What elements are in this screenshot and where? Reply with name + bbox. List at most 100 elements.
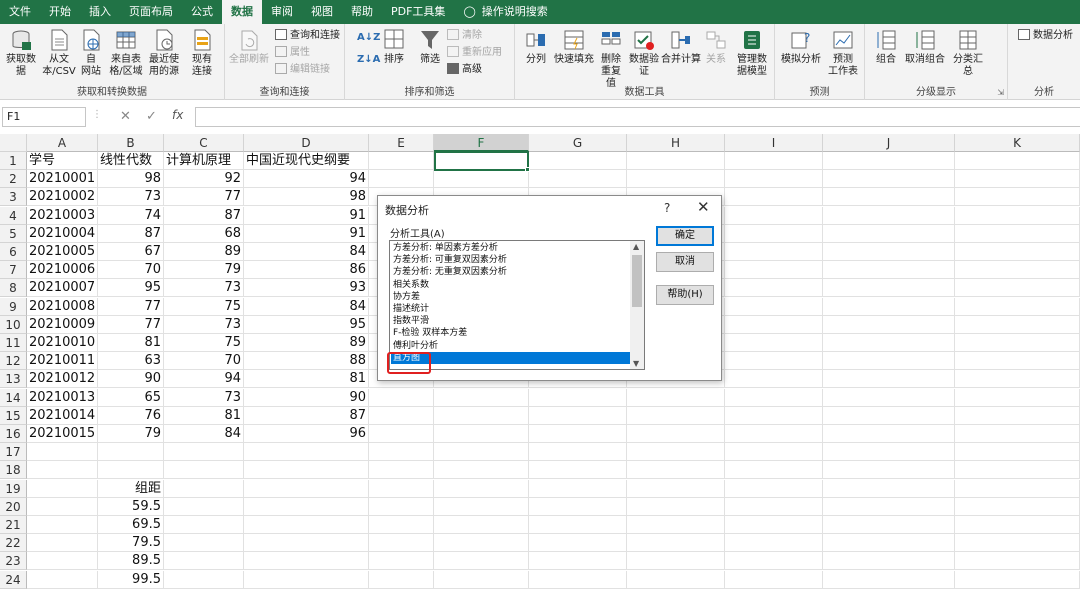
table-cell[interactable]: 计算机原理 <box>164 152 244 170</box>
table-cell[interactable] <box>955 406 1080 425</box>
table-cell[interactable] <box>823 352 955 371</box>
table-cell[interactable]: 20210002 <box>27 188 98 207</box>
row-header[interactable]: 6 <box>0 243 27 261</box>
table-cell[interactable] <box>529 443 627 462</box>
table-cell[interactable] <box>627 479 725 498</box>
table-cell[interactable] <box>434 552 529 571</box>
table-cell[interactable] <box>27 570 98 589</box>
table-cell[interactable] <box>823 461 955 480</box>
table-cell[interactable] <box>955 534 1080 553</box>
active-cell-f1[interactable] <box>434 151 529 171</box>
table-cell[interactable] <box>529 497 627 516</box>
table-cell[interactable] <box>823 516 955 534</box>
table-cell[interactable] <box>955 443 1080 462</box>
table-cell[interactable] <box>369 406 434 425</box>
table-cell[interactable] <box>244 516 369 534</box>
table-cell[interactable]: 96 <box>244 425 369 443</box>
table-cell[interactable] <box>627 443 725 462</box>
table-cell[interactable] <box>369 552 434 571</box>
table-cell[interactable]: 95 <box>98 279 164 298</box>
column-header[interactable]: B <box>98 134 164 152</box>
table-cell[interactable] <box>529 534 627 553</box>
table-cell[interactable]: 87 <box>98 224 164 243</box>
table-cell[interactable] <box>529 406 627 425</box>
table-cell[interactable]: 79 <box>164 261 244 280</box>
table-cell[interactable] <box>955 261 1080 280</box>
column-header[interactable]: H <box>627 134 725 152</box>
table-cell[interactable] <box>823 188 955 207</box>
table-cell[interactable] <box>955 188 1080 207</box>
table-cell[interactable]: 90 <box>98 370 164 389</box>
table-cell[interactable]: 20210013 <box>27 388 98 407</box>
table-cell[interactable] <box>529 388 627 407</box>
table-cell[interactable] <box>244 570 369 589</box>
table-cell[interactable] <box>627 170 725 189</box>
consolidate-button[interactable]: 合并计算 <box>661 28 701 66</box>
advanced-filter-button[interactable]: 高级 <box>447 62 482 78</box>
table-cell[interactable]: 20210010 <box>27 334 98 352</box>
table-cell[interactable] <box>823 243 955 261</box>
list-item[interactable]: F-检验 双样本方差 <box>391 327 630 339</box>
table-cell[interactable] <box>725 570 823 589</box>
table-cell[interactable]: 89 <box>164 243 244 261</box>
row-header[interactable]: 19 <box>0 479 27 498</box>
table-cell[interactable] <box>164 570 244 589</box>
row-header[interactable]: 17 <box>0 443 27 462</box>
table-cell[interactable] <box>529 461 627 480</box>
column-header[interactable]: J <box>823 134 955 152</box>
list-item[interactable]: 相关系数 <box>391 279 630 291</box>
table-cell[interactable] <box>369 461 434 480</box>
table-cell[interactable]: 89.5 <box>98 552 164 571</box>
table-cell[interactable] <box>369 388 434 407</box>
table-cell[interactable]: 20210015 <box>27 425 98 443</box>
row-header[interactable]: 12 <box>0 352 27 371</box>
table-cell[interactable] <box>98 443 164 462</box>
table-cell[interactable] <box>529 479 627 498</box>
table-cell[interactable] <box>823 152 955 170</box>
table-cell[interactable] <box>434 170 529 189</box>
table-cell[interactable] <box>434 443 529 462</box>
sort-button[interactable]: 排序 <box>379 28 409 66</box>
table-cell[interactable]: 组距 <box>98 479 164 498</box>
row-header[interactable]: 4 <box>0 206 27 225</box>
table-cell[interactable]: 92 <box>164 170 244 189</box>
table-cell[interactable] <box>725 224 823 243</box>
table-cell[interactable] <box>27 461 98 480</box>
table-cell[interactable] <box>627 552 725 571</box>
table-cell[interactable] <box>434 534 529 553</box>
table-cell[interactable] <box>725 170 823 189</box>
table-cell[interactable] <box>434 388 529 407</box>
table-cell[interactable]: 81 <box>164 406 244 425</box>
table-cell[interactable] <box>823 479 955 498</box>
sort-za-icon[interactable]: Z↓A <box>357 52 380 68</box>
table-cell[interactable] <box>955 243 1080 261</box>
table-cell[interactable]: 91 <box>244 224 369 243</box>
table-cell[interactable]: 20210014 <box>27 406 98 425</box>
table-cell[interactable] <box>725 297 823 316</box>
table-cell[interactable] <box>725 425 823 443</box>
get-data-button[interactable]: 获取数据 <box>4 28 38 78</box>
table-cell[interactable] <box>725 388 823 407</box>
row-header[interactable]: 1 <box>0 152 27 170</box>
table-cell[interactable] <box>823 406 955 425</box>
queries-connections-button[interactable]: 查询和连接 <box>275 28 340 44</box>
help-button[interactable]: 帮助(H) <box>656 285 714 305</box>
table-cell[interactable] <box>725 479 823 498</box>
close-icon[interactable]: ✕ <box>697 198 710 216</box>
table-cell[interactable] <box>823 279 955 298</box>
table-cell[interactable] <box>164 497 244 516</box>
row-header[interactable]: 20 <box>0 497 27 516</box>
table-cell[interactable] <box>823 425 955 443</box>
table-cell[interactable] <box>823 443 955 462</box>
row-header[interactable]: 2 <box>0 170 27 189</box>
table-cell[interactable] <box>529 516 627 534</box>
table-cell[interactable] <box>434 570 529 589</box>
table-cell[interactable] <box>627 388 725 407</box>
analysis-tools-listbox[interactable]: 方差分析: 单因素方差分析 方差分析: 可重复双因素分析 方差分析: 无重复双因素分… <box>389 240 645 370</box>
table-cell[interactable] <box>164 479 244 498</box>
table-cell[interactable] <box>955 388 1080 407</box>
table-cell[interactable] <box>369 516 434 534</box>
table-cell[interactable]: 73 <box>164 388 244 407</box>
list-item[interactable]: 方差分析: 单因素方差分析 <box>391 242 630 254</box>
table-cell[interactable]: 76 <box>98 406 164 425</box>
